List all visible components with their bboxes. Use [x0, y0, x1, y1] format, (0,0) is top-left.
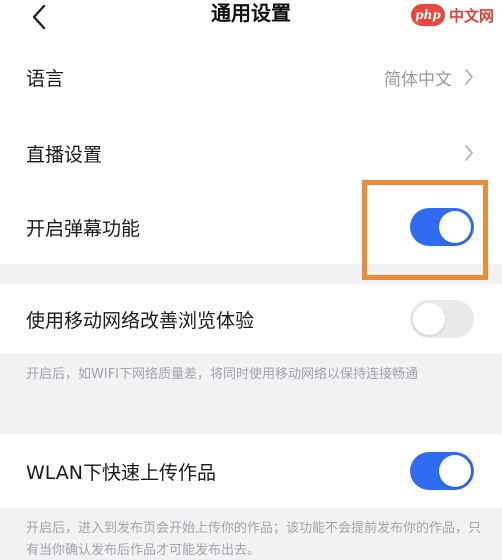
mobile-network-note: 开启后，如WIFI下网络质量差，将同时使用移动网络以保持连接畅通	[26, 367, 418, 382]
wlan-upload-toggle[interactable]	[410, 452, 474, 490]
language-label: 语言	[26, 67, 65, 90]
settings-screen: 通用设置 php 中文网 语言 简体中文 直播设置 开启弹幕功能 使用移动网络改…	[0, 0, 502, 560]
wlan-upload-note: 开启后，进入到发布页会开始上传你的作品；该功能不会提前发布你的作品，只有当你确认…	[26, 521, 482, 558]
danmaku-label: 开启弹幕功能	[26, 217, 141, 240]
wlan-upload-label: WLAN下快速上传作品	[26, 461, 217, 484]
settings-group-mobile-network: 使用移动网络改善浏览体验	[0, 284, 502, 354]
toggle-knob	[413, 303, 445, 335]
settings-group-wlan: WLAN下快速上传作品	[0, 434, 502, 508]
chevron-right-icon	[462, 143, 476, 163]
mobile-network-label: 使用移动网络改善浏览体验	[26, 309, 255, 332]
language-row[interactable]: 语言 简体中文	[0, 42, 502, 112]
live-settings-row[interactable]: 直播设置	[0, 118, 502, 188]
language-value: 简体中文	[384, 69, 452, 90]
live-settings-label: 直播设置	[26, 143, 103, 166]
php-logo: php	[410, 4, 445, 26]
wlan-upload-row: WLAN下快速上传作品	[0, 434, 502, 508]
mobile-network-row: 使用移动网络改善浏览体验	[0, 284, 502, 354]
watermark-text: 中文网	[448, 6, 494, 25]
toggle-knob	[439, 455, 471, 487]
site-watermark: php 中文网	[410, 2, 494, 28]
mobile-network-toggle[interactable]	[410, 300, 474, 338]
nav-bar: 通用设置 php 中文网	[0, 0, 502, 42]
chevron-right-icon	[462, 67, 476, 87]
highlight-frame	[362, 180, 488, 280]
